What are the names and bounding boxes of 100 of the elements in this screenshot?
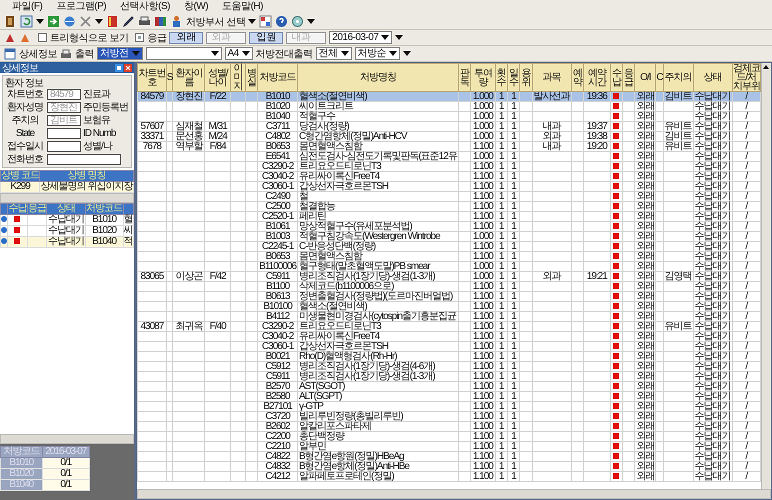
- table-row[interactable]: C5911 병리조직검사(1장기당)-생검(1-3개) 1.100 1 1 외래 수납대기 /: [138, 372, 760, 382]
- paper-select[interactable]: A4: [224, 47, 253, 60]
- help-icon[interactable]: [275, 15, 288, 28]
- emergency-checkbox[interactable]: [135, 33, 144, 42]
- disc-icon[interactable]: [291, 15, 304, 28]
- table-row[interactable]: C3720 빌리루빈정량(총빌리루빈) 1.100 1 1 외래 수납대기 /: [138, 412, 760, 422]
- input-field[interactable]: [47, 154, 121, 164]
- print-label[interactable]: 출력: [75, 46, 94, 60]
- column-header[interactable]: 검체코드/처치부위: [732, 64, 760, 92]
- book-icon[interactable]: [106, 15, 119, 28]
- detail-label[interactable]: 상세정보: [19, 46, 57, 60]
- pencil-icon[interactable]: [122, 15, 135, 28]
- form-select[interactable]: 처방전: [97, 47, 142, 60]
- binder-icon[interactable]: [154, 15, 167, 28]
- table-row[interactable]: B2602 알칼리포스파타제 1.100 1 1 외래 수납대기 /: [138, 422, 760, 432]
- table-row[interactable]: C2200 총단백정량 1.100 1 1 외래 수납대기 /: [138, 432, 760, 442]
- table-row[interactable]: B0613 정변출혈검사(정량법)(도르마진버얼법) 1.100 1 1 외래 수납대기 /: [138, 292, 760, 302]
- caret-icon[interactable]: [403, 51, 412, 56]
- caret-icon[interactable]: [395, 35, 404, 40]
- table-row[interactable]: C2210 알부민 1.100 1 1 외래 수납대기 /: [138, 442, 760, 452]
- arrow-icon[interactable]: [47, 15, 60, 28]
- scrollbar[interactable]: [761, 63, 771, 489]
- column-header[interactable]: 일수: [507, 64, 520, 92]
- column-header[interactable]: 용위: [520, 64, 532, 92]
- filter-button[interactable]: 입원: [249, 32, 284, 44]
- column-header[interactable]: 성별/나이: [204, 64, 231, 92]
- table-row[interactable]: C3040-2 유리싸이록신FreeT4 1.100 1 1 외래 수납대기 /: [138, 332, 760, 342]
- printer-icon[interactable]: [60, 48, 72, 60]
- table-row[interactable]: C4212 알파페토프로테인(정밀) 1.100 1 1 외래 수납대기 /: [138, 472, 760, 482]
- table-row[interactable]: B2580 ALT(SGPT) 1.100 1 1 외래 수납대기 /: [138, 392, 760, 402]
- person-icon[interactable]: [170, 15, 183, 28]
- table-row[interactable]: C3040-2 유리싸이록신FreeT4 1.100 1 1 외래 수납대기 /: [138, 172, 760, 182]
- column-header[interactable]: 병실: [245, 64, 258, 92]
- table-row[interactable]: 57607 심재철 M/31 C3711 당검사(정량) 1.000 1 1 내과 19:37 외래 유비트 수납대기 /: [138, 122, 760, 132]
- column-header[interactable]: 예약: [571, 64, 584, 92]
- printer-icon[interactable]: [138, 15, 151, 28]
- table-row[interactable]: B1100006 혈구형태(말초혈액도말)PB smear 1.000 1 1 외래 수납대기 /: [138, 262, 760, 272]
- column-header[interactable]: 처방코드: [85, 204, 124, 214]
- table-row[interactable]: C2245-1 C-반응성단백(정량) 1.100 1 1 외래 수납대기 /: [138, 242, 760, 252]
- filter-button[interactable]: 외래: [169, 32, 204, 44]
- input-field[interactable]: [47, 140, 81, 152]
- table-row[interactable]: B1040 적혈구수 1.000 1 1 외래 수납대기 /: [138, 112, 760, 122]
- column-header[interactable]: 차트번호: [138, 64, 166, 92]
- scrollbar[interactable]: [137, 489, 771, 499]
- table-row[interactable]: 83065 이상곤 F/42 C5911 병리조직검사(1장기당)-생검(1-3개) 1.000 1 1 외과 19:21 외래 김영택 수납대기 /: [138, 272, 760, 282]
- table-row[interactable]: B0653 몸면혈액스침함 1.100 1 1 외래 수납대기 /: [138, 252, 760, 262]
- column-header[interactable]: 예약시간: [583, 64, 610, 92]
- order-select[interactable]: 처방순: [354, 47, 400, 60]
- empty-select[interactable]: [146, 47, 222, 60]
- column-header[interactable]: 상병 명칭: [40, 170, 134, 182]
- column-header[interactable]: 수납: [610, 64, 622, 92]
- column-header[interactable]: 상병 코드: [0, 170, 40, 182]
- column-header[interactable]: 판독: [458, 64, 471, 92]
- menu-item[interactable]: 프로그램(P): [56, 1, 106, 13]
- restore-icon[interactable]: [115, 64, 123, 72]
- caret-icon[interactable]: [307, 19, 316, 24]
- table-row[interactable]: 7678 역부할 F/84 B0653 몸면혈액스침함 1.100 1 1 내과 19:20 외래 유비트 수납대기 /: [138, 142, 760, 152]
- range-select[interactable]: 전체: [316, 47, 352, 60]
- column-header[interactable]: 횟수: [495, 64, 508, 92]
- table-row[interactable]: C4832 B형간염e항체(정밀)Anti-HBe 1.100 1 1 외래 수납대기 /: [138, 462, 760, 472]
- door-icon[interactable]: [4, 15, 17, 28]
- table-row[interactable]: C3060-1 갑상선자극호르몬TSH 1.100 1 1 외래 수납대기 /: [138, 342, 760, 352]
- tree-view-checkbox[interactable]: [38, 33, 47, 42]
- table-row[interactable]: B1020 씨이트크리트 1.000 1 1 외래 수납대기 /: [138, 102, 760, 112]
- scrollbar[interactable]: [0, 193, 134, 203]
- menu-item[interactable]: 파일(F): [12, 1, 42, 13]
- column-header[interactable]: 응급: [622, 64, 635, 92]
- column-header[interactable]: 상태: [693, 64, 732, 92]
- grid-icon[interactable]: [259, 15, 272, 28]
- table-row[interactable]: 33371 문선홍 M/24 C4802 C형간염항체(정밀)Anti-HCV 1.000 1 1 외과 19:38 외래 김비트 수납대기 /: [138, 132, 760, 142]
- table-row[interactable]: B0021 Rho(D)혈액형검사(Rh-Hr) 1.100 1 1 외래 수납대기 /: [138, 352, 760, 362]
- table-row[interactable]: 43087 최귀옥 F/40 C3290-2 트리요오드티로닌T3 1.100 1 1 외래 유비트 수납대기 /: [138, 322, 760, 332]
- menu-item[interactable]: 선택사항(S): [120, 1, 170, 13]
- column-header[interactable]: 응급: [27, 204, 47, 214]
- column-header[interactable]: 처방명칭: [298, 64, 458, 92]
- table-row[interactable]: B27101 γ-GTP 1.100 1 1 외래 수납대기 /: [138, 402, 760, 412]
- table-row[interactable]: B4112 미생물현미경검사(cytospin출기흥분집균 1.100 1 1 외래 수납대기 /: [138, 312, 760, 322]
- window-icon[interactable]: [4, 48, 16, 60]
- column-header[interactable]: 처방코드: [258, 64, 298, 92]
- menu-item[interactable]: 도움말(H): [222, 1, 263, 13]
- table-row[interactable]: C5912 병리조직검사(1장기당)-생검(4-6개) 1.100 1 1 외래 수납대기 /: [138, 362, 760, 372]
- column-header[interactable]: O/I: [634, 64, 656, 92]
- scrollbar[interactable]: [0, 434, 134, 444]
- table-row[interactable]: B1100 삭제코드(b1100006으로) 1.100 1 1 외래 수납대기 /: [138, 282, 760, 292]
- table-row[interactable]: 84579 장현진 F/22 B1010 혈색소(절연비색) 1.000 1 1 발사선과 19:36 외래 김비트 수납대기 /: [138, 92, 760, 102]
- table-row[interactable]: C3290-2 트리요오드티로닌T3 1.100 1 1 외래 수납대기 /: [138, 162, 760, 172]
- table-row[interactable]: B1061 망상적혈구수(유세포분석법) 1.100 1 1 외래 수납대기 /: [138, 222, 760, 232]
- table-row[interactable]: E6541 심전도검사-심전도기록및판독(표준12유 1.000 1 1 외래 수납대기 /: [138, 152, 760, 162]
- column-header[interactable]: 과목: [532, 64, 572, 92]
- input-field[interactable]: [47, 128, 81, 138]
- column-header[interactable]: 상태: [46, 204, 85, 214]
- refresh-icon[interactable]: [20, 15, 33, 28]
- column-header[interactable]: 이미지: [230, 64, 246, 92]
- menu-item[interactable]: 창(W): [184, 1, 208, 13]
- date-field[interactable]: 2016-03-07: [329, 31, 392, 44]
- table-row[interactable]: B1003 적혈구침강속도(Westergren Wintrobe 1.000 1 1 외래 수납대기 /: [138, 232, 760, 242]
- table-row[interactable]: C2520-1 페리틴 1.100 1 1 외래 수납대기 /: [138, 212, 760, 222]
- column-header[interactable]: 주치의: [663, 64, 694, 92]
- table-row[interactable]: C3060-1 갑상선자극호르몬TSH 1.100 1 1 외래 수납대기 /: [138, 182, 760, 192]
- table-row[interactable]: B2570 AST(SGOT) 1.100 1 1 외래 수납대기 /: [138, 382, 760, 392]
